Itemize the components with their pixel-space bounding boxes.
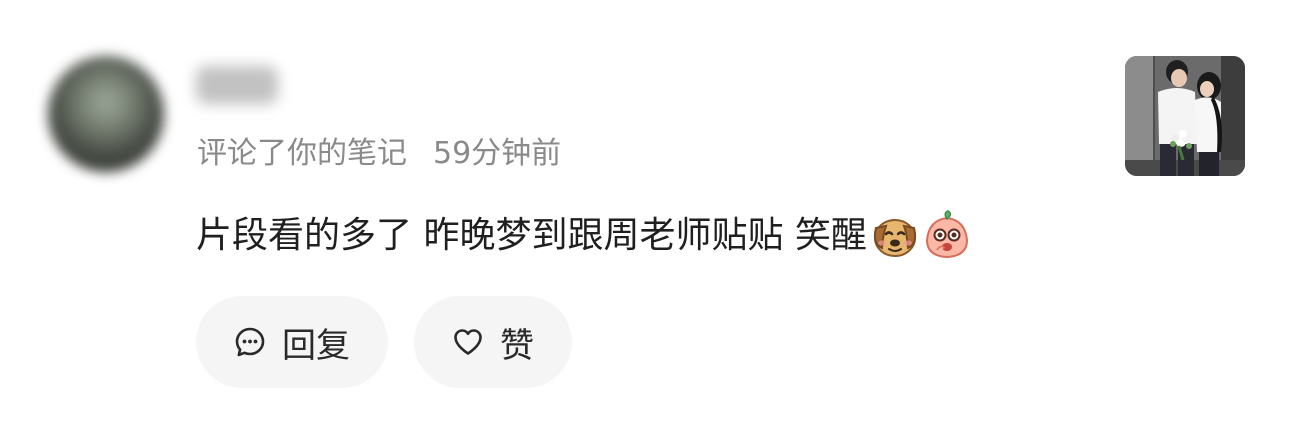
user-avatar[interactable] [48,56,164,172]
action-text: 评论了你的笔记 [197,136,407,171]
like-button[interactable]: 赞 [414,296,572,388]
heart-icon [452,326,484,358]
reply-button[interactable]: 回复 [196,296,388,388]
like-label: 赞 [500,325,534,366]
comment-text-row: 片段看的多了 昨晚梦到跟周老师贴贴 笑醒 [196,210,973,262]
comment-bubble-icon [234,326,266,358]
reply-label: 回复 [282,325,350,366]
notification-meta: 评论了你的笔记 59分钟前 [197,134,561,174]
comment-text: 片段看的多了 昨晚梦到跟周老师贴贴 笑醒 [196,215,867,256]
dog-emoji-icon [873,219,917,257]
note-cover-image [1125,56,1245,176]
peach-face-emoji-icon [925,210,968,259]
username[interactable] [196,66,278,104]
note-thumbnail[interactable] [1125,56,1245,176]
timestamp: 59分钟前 [433,136,562,171]
